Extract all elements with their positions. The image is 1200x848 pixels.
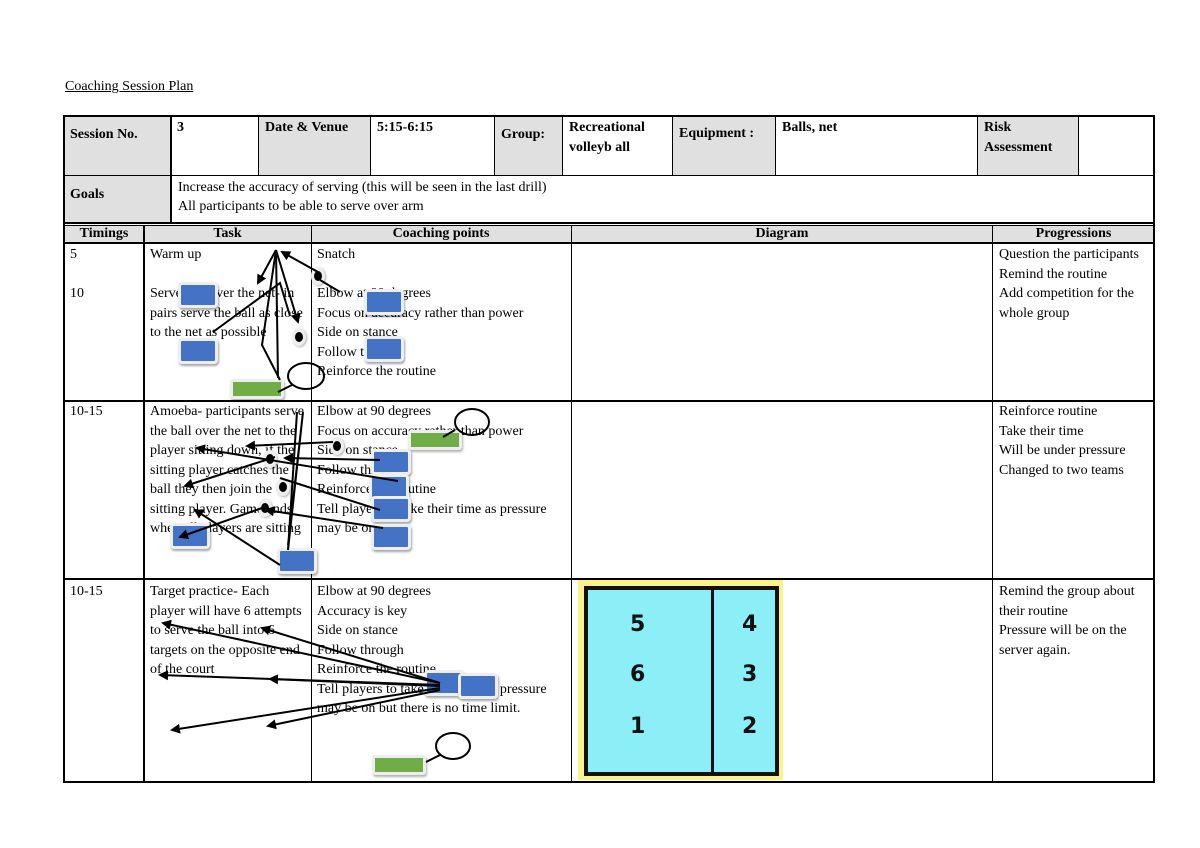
column-header-task: Task xyxy=(144,225,311,243)
court-diagram: 5 6 1 4 3 2 xyxy=(578,580,783,780)
group-value: Recreational volleyb all xyxy=(569,120,645,155)
green-marker[interactable] xyxy=(230,379,284,399)
court-target-3: 3 xyxy=(742,662,758,687)
green-marker[interactable] xyxy=(408,430,462,450)
blue-marker[interactable] xyxy=(364,336,404,362)
player-dot[interactable] xyxy=(263,450,277,468)
column-header-progressions: Progressions xyxy=(993,225,1154,243)
blue-marker[interactable] xyxy=(364,289,404,315)
row-1-progressions: Question the participants Remind the rou… xyxy=(999,247,1139,321)
goals-text: Increase the accuracy of serving (this w… xyxy=(171,176,1154,222)
row-2-coaching-points: Elbow at 90 degrees Focus on accuracy ra… xyxy=(317,404,547,536)
page-title: Coaching Session Plan xyxy=(65,79,194,94)
player-dot[interactable] xyxy=(258,499,272,517)
row-2-timings: 10-15 xyxy=(70,404,103,419)
goal-line-2: All participants to be able to serve ove… xyxy=(178,199,424,214)
court-target-1: 1 xyxy=(630,714,646,739)
court-target-5: 5 xyxy=(630,612,646,637)
row-1-timings: 5 10 xyxy=(70,247,84,301)
column-header-coaching-points: Coaching points xyxy=(311,225,571,243)
goals-label: Goals xyxy=(64,176,171,222)
blue-marker[interactable] xyxy=(371,496,411,522)
row-1-coaching-points: Snatch Elbow at 90 degrees Focus on accu… xyxy=(317,247,524,379)
blue-marker[interactable] xyxy=(178,338,218,364)
court-target-4: 4 xyxy=(742,612,758,637)
time-value: 5:15-6:15 xyxy=(377,120,433,135)
row-3-task: Target practice- Each player will have 6… xyxy=(150,584,302,677)
player-dot[interactable] xyxy=(292,328,306,346)
group-label: Group: xyxy=(495,116,563,176)
row-3-progressions: Remind the group about their routine Pre… xyxy=(999,584,1135,658)
court-area: 5 6 1 4 3 2 xyxy=(584,586,779,776)
row-2-diagram xyxy=(571,400,993,578)
blue-marker[interactable] xyxy=(458,673,498,699)
blue-marker[interactable] xyxy=(277,548,317,574)
row-1-diagram xyxy=(571,243,993,400)
player-dot[interactable] xyxy=(276,478,290,496)
row-2-progressions: Reinforce routine Take their time Will b… xyxy=(999,404,1126,478)
blue-marker[interactable] xyxy=(178,282,218,308)
green-marker[interactable] xyxy=(372,755,426,775)
court-target-6: 6 xyxy=(630,662,646,687)
column-header-diagram: Diagram xyxy=(571,225,993,243)
blue-marker[interactable] xyxy=(170,523,210,549)
row-1-task: Warm up Serve just over the net- in pair… xyxy=(150,247,303,340)
player-dot[interactable] xyxy=(330,437,344,455)
session-no-label: Session No. xyxy=(64,116,171,176)
blue-marker[interactable] xyxy=(371,524,411,550)
date-venue-label: Date & Venue xyxy=(259,116,371,176)
court-net-line xyxy=(711,590,714,772)
court-target-2: 2 xyxy=(742,714,758,739)
risk-assessment-label: Risk Assessment xyxy=(978,116,1079,176)
blue-marker[interactable] xyxy=(371,449,411,475)
column-header-timings: Timings xyxy=(64,225,144,243)
risk-assessment-value xyxy=(1079,116,1154,176)
row-3-timings: 10-15 xyxy=(70,584,103,599)
player-dot[interactable] xyxy=(311,267,325,285)
goal-line-1: Increase the accuracy of serving (this w… xyxy=(178,180,547,195)
equipment-value: Balls, net xyxy=(782,120,838,135)
session-no-value: 3 xyxy=(177,120,184,135)
equipment-label: Equipment : xyxy=(673,116,776,176)
